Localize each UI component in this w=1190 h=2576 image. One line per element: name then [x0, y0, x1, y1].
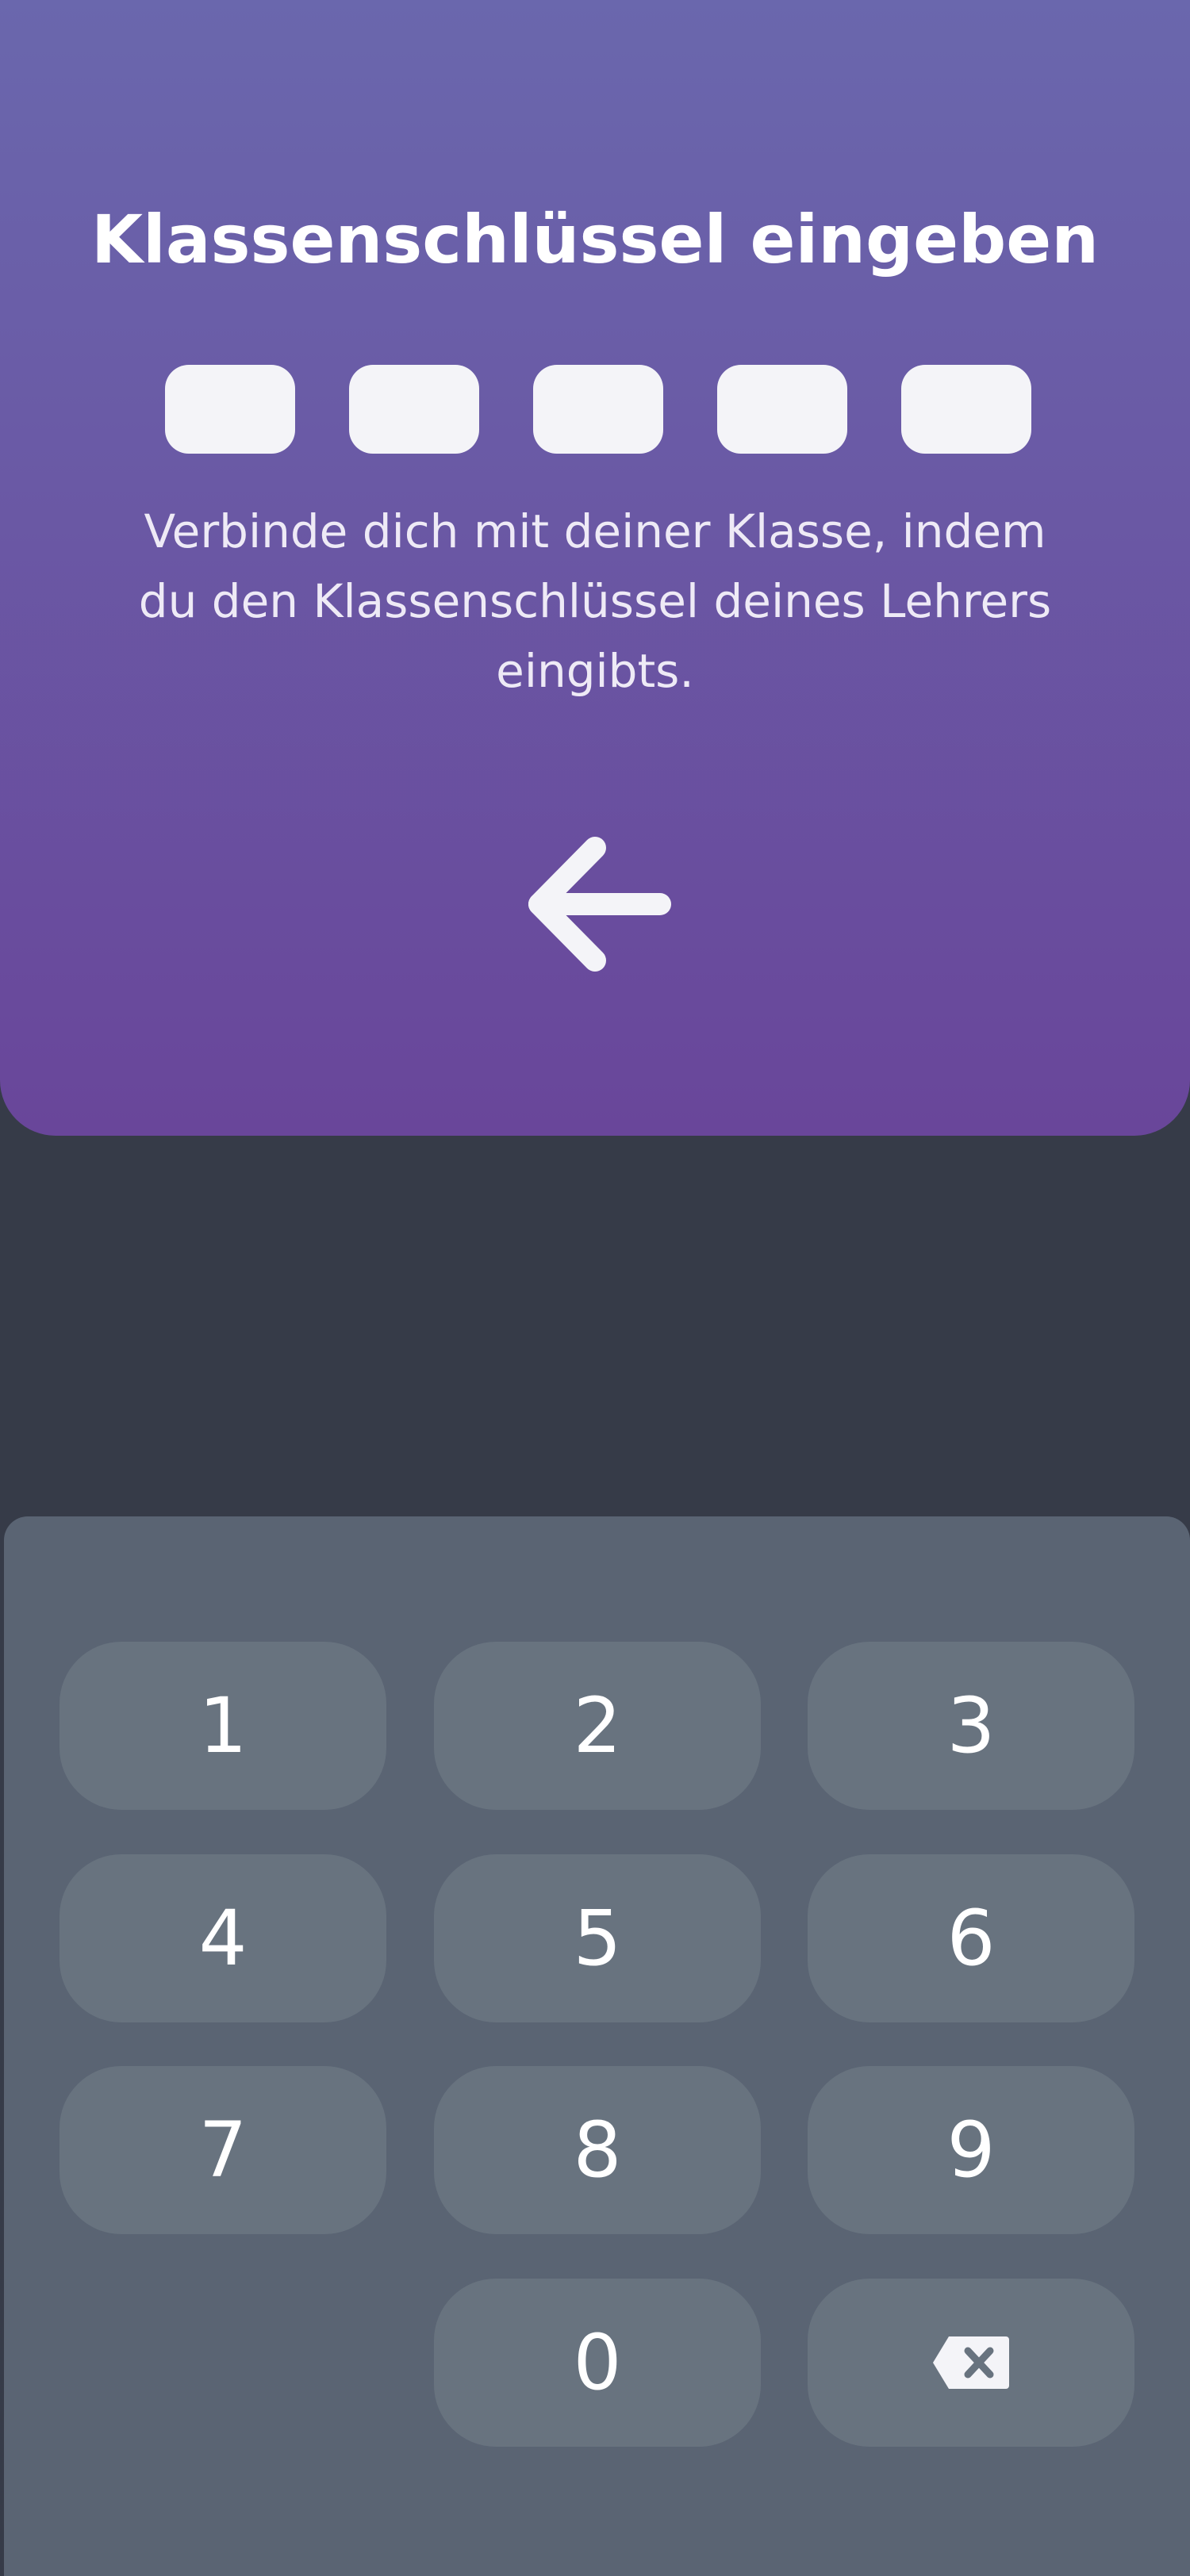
key-9[interactable]: 9 [808, 2066, 1134, 2234]
key-2[interactable]: 2 [434, 1642, 761, 1810]
header-card: Klassenschlüssel eingeben Verbinde dich … [0, 0, 1190, 1136]
numeric-keypad: 1 2 3 4 5 6 7 8 9 0 [4, 1516, 1190, 2576]
key-6[interactable]: 6 [808, 1854, 1134, 2022]
code-input-box-4[interactable] [717, 365, 847, 454]
back-button[interactable] [508, 825, 682, 976]
key-7[interactable]: 7 [60, 2066, 386, 2234]
code-input-box-2[interactable] [349, 365, 479, 454]
arrow-left-icon [528, 837, 671, 972]
page-title: Klassenschlüssel eingeben [90, 201, 1100, 278]
code-input-box-5[interactable] [901, 365, 1031, 454]
key-5[interactable]: 5 [434, 1854, 761, 2022]
instruction-text: Verbinde dich mit deiner Klasse, indem d… [138, 504, 1052, 698]
backspace-button[interactable] [808, 2279, 1134, 2447]
code-input-box-3[interactable] [533, 365, 663, 454]
backspace-icon [933, 2336, 1009, 2389]
key-4[interactable]: 4 [60, 1854, 386, 2022]
key-0[interactable]: 0 [434, 2279, 761, 2447]
code-input-box-1[interactable] [165, 365, 295, 454]
key-8[interactable]: 8 [434, 2066, 761, 2234]
key-3[interactable]: 3 [808, 1642, 1134, 1810]
key-1[interactable]: 1 [60, 1642, 386, 1810]
